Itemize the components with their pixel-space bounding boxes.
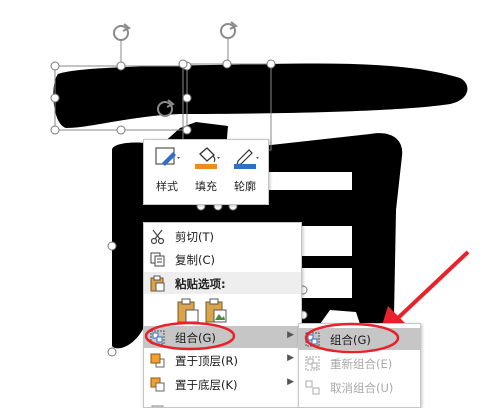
outline-button[interactable]: 轮廓 xyxy=(226,142,264,200)
style-button[interactable]: 样式 xyxy=(148,142,186,200)
submenu-item-label: 重新组合(E) xyxy=(330,357,393,371)
menu-item-partial[interactable] xyxy=(144,397,301,407)
regroup-icon xyxy=(305,356,320,371)
scissors-icon xyxy=(150,229,165,245)
menu-item-label: 组合(G) xyxy=(175,331,216,345)
menu-item-send-to-back[interactable]: 置于底层(K) ▶ xyxy=(144,373,301,395)
bring-to-front-icon xyxy=(150,353,165,368)
context-menu: 剪切(T) 复制(C) 粘贴选项: 组合(G) ▶ 置于顶层(R) ▶ 置于底层… xyxy=(143,222,302,408)
submenu-item-ungroup[interactable]: 取消组合(U) xyxy=(299,376,420,398)
character-shape-top[interactable] xyxy=(53,63,468,129)
fill-label: 填充 xyxy=(195,180,217,193)
outline-label: 轮廓 xyxy=(234,180,256,193)
menu-item-group[interactable]: 组合(G) ▶ xyxy=(144,326,301,348)
clipboard-icon xyxy=(150,275,165,292)
mini-toolbar: 样式 填充 轮廓 xyxy=(143,139,269,205)
menu-item-cut[interactable]: 剪切(T) xyxy=(144,225,301,247)
rotate-handle-icon[interactable] xyxy=(220,21,238,64)
menu-item-icon xyxy=(151,405,164,407)
menu-item-label: 复制(C) xyxy=(175,253,216,267)
submenu-item-group[interactable]: 组合(G) xyxy=(299,328,420,350)
group-icon xyxy=(305,332,320,347)
menu-item-label: 置于底层(K) xyxy=(175,378,238,392)
group-submenu: 组合(G) 重新组合(E) 取消组合(U) xyxy=(298,323,421,408)
send-to-back-icon xyxy=(150,377,165,392)
pen-outline-icon xyxy=(234,149,259,169)
menu-item-copy[interactable]: 复制(C) xyxy=(144,248,301,270)
paste-options-label: 粘贴选项: xyxy=(175,277,226,291)
paste-options-header: 粘贴选项: xyxy=(144,272,301,294)
paste-option-buttons xyxy=(144,296,301,326)
shape-style-icon xyxy=(155,147,180,166)
paste-picture-icon[interactable] xyxy=(204,298,228,324)
paste-keep-source-icon[interactable] xyxy=(176,298,200,324)
style-label: 样式 xyxy=(156,180,178,193)
group-icon xyxy=(150,330,165,345)
fill-button[interactable]: 填充 xyxy=(187,142,225,200)
submenu-item-regroup[interactable]: 重新组合(E) xyxy=(299,352,420,374)
submenu-item-label: 取消组合(U) xyxy=(330,381,394,395)
submenu-arrow-icon: ▶ xyxy=(287,377,294,387)
menu-item-bring-to-front[interactable]: 置于顶层(R) ▶ xyxy=(144,349,301,371)
submenu-arrow-icon: ▶ xyxy=(287,330,294,340)
ungroup-icon xyxy=(305,380,320,395)
submenu-arrow-icon: ▶ xyxy=(287,353,294,363)
paint-bucket-icon xyxy=(195,147,220,169)
menu-item-label: 剪切(T) xyxy=(175,230,214,244)
menu-item-label: 置于顶层(R) xyxy=(175,354,238,368)
submenu-item-label: 组合(G) xyxy=(330,333,371,347)
rotate-handle-icon[interactable] xyxy=(113,23,131,66)
copy-icon xyxy=(150,252,165,267)
